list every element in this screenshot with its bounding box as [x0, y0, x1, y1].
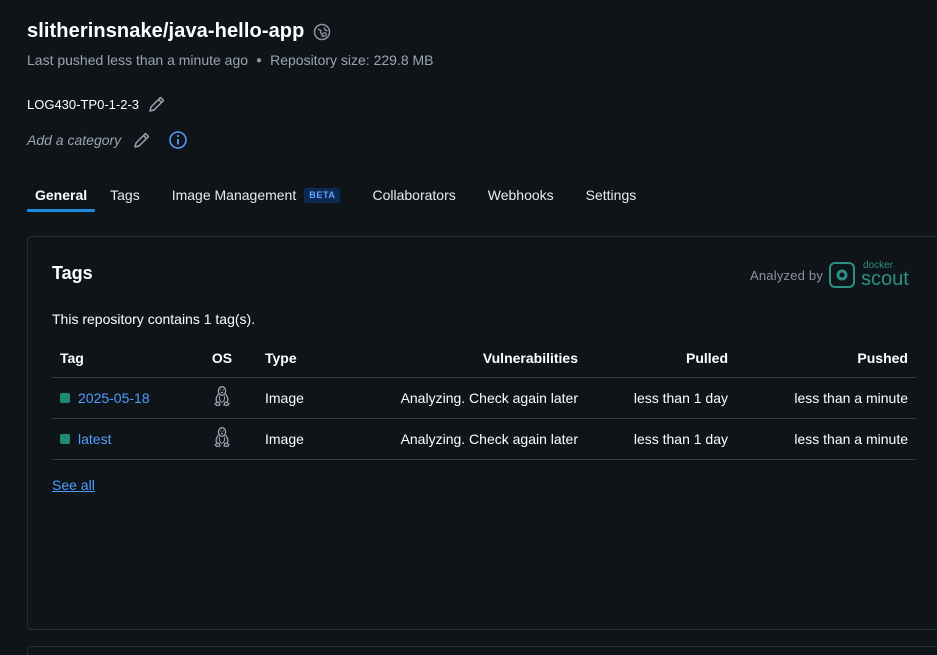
image-tag-icon [60, 433, 70, 444]
tab-label: General [35, 187, 88, 203]
info-icon[interactable] [168, 130, 188, 150]
repo-tabs: General Tags Image Management BETA Collab… [27, 180, 668, 212]
table-row: 2025-05-18 Image Analyzing. Check again … [52, 377, 916, 419]
repo-meta: Last pushed less than a minute ago ● Rep… [27, 52, 434, 68]
pushed-cell: less than a minute [728, 418, 916, 460]
tab-webhooks[interactable]: Webhooks [488, 180, 554, 212]
table-row: latest Image Analyzing. Check again late… [52, 418, 916, 460]
column-header-tag: Tag [52, 339, 187, 378]
add-category-placeholder[interactable]: Add a category [27, 132, 121, 148]
edit-category-pencil-icon[interactable] [132, 130, 152, 150]
table-header-row: Tag OS Type Vulnerabilities Pulled Pushe… [52, 339, 916, 378]
tab-collaborators[interactable]: Collaborators [372, 180, 455, 212]
image-tag-icon [60, 392, 70, 403]
scout-name-text: scout [861, 268, 909, 290]
column-header-vulnerabilities: Vulnerabilities [337, 339, 578, 378]
see-all-link[interactable]: See all [52, 477, 95, 493]
meta-separator: ● [256, 54, 263, 66]
repo-title: slitherinsnake/java-hello-app [27, 20, 305, 42]
analyzed-by-scout: Analyzed by docker scout [750, 261, 909, 290]
tags-table: Tag OS Type Vulnerabilities Pulled Pushe… [52, 339, 916, 460]
repo-header: slitherinsnake/java-hello-app [27, 20, 331, 43]
category-row: Add a category [27, 130, 188, 150]
tag-link[interactable]: 2025-05-18 [78, 390, 150, 406]
tag-count-text: This repository contains 1 tag(s). [52, 311, 256, 327]
tags-panel: Tags Analyzed by docker scout This repos… [27, 236, 937, 630]
pushed-cell: less than a minute [728, 377, 916, 419]
tab-image-management[interactable]: Image Management BETA [172, 180, 341, 212]
docker-scout-logo[interactable]: docker scout [829, 261, 909, 289]
repo-size-text: Repository size: 229.8 MB [270, 52, 434, 68]
column-header-pulled: Pulled [578, 339, 728, 378]
tab-label: Webhooks [487, 187, 554, 203]
linux-icon [212, 426, 232, 448]
next-panel-edge [27, 646, 937, 655]
tab-label: Tags [110, 187, 140, 203]
type-cell: Image [257, 377, 337, 419]
public-globe-icon [313, 23, 331, 41]
tab-label: Collaborators [372, 187, 456, 203]
tab-label: Settings [585, 187, 637, 203]
tab-general[interactable]: General [27, 180, 96, 212]
column-header-os: OS [187, 339, 257, 378]
vulnerabilities-cell: Analyzing. Check again later [337, 377, 578, 419]
tab-label: Image Management [171, 187, 297, 203]
beta-badge: BETA [304, 188, 341, 203]
edit-description-pencil-icon[interactable] [147, 94, 167, 114]
last-pushed-text: Last pushed less than a minute ago [27, 52, 249, 68]
tag-link[interactable]: latest [78, 431, 111, 447]
analyzed-by-label: Analyzed by [750, 267, 824, 283]
description-row: LOG430-TP0-1-2-3 [27, 94, 167, 114]
repo-description: LOG430-TP0-1-2-3 [27, 96, 139, 112]
vulnerabilities-cell: Analyzing. Check again later [337, 418, 578, 460]
column-header-type: Type [257, 339, 337, 378]
type-cell: Image [257, 418, 337, 460]
linux-icon [212, 385, 232, 407]
pulled-cell: less than 1 day [578, 418, 728, 460]
tags-panel-title: Tags [52, 263, 93, 283]
column-header-pushed: Pushed [728, 339, 916, 378]
docker-scout-icon [829, 262, 856, 288]
pulled-cell: less than 1 day [578, 377, 728, 419]
tab-tags[interactable]: Tags [110, 180, 140, 212]
tab-settings[interactable]: Settings [586, 180, 637, 212]
